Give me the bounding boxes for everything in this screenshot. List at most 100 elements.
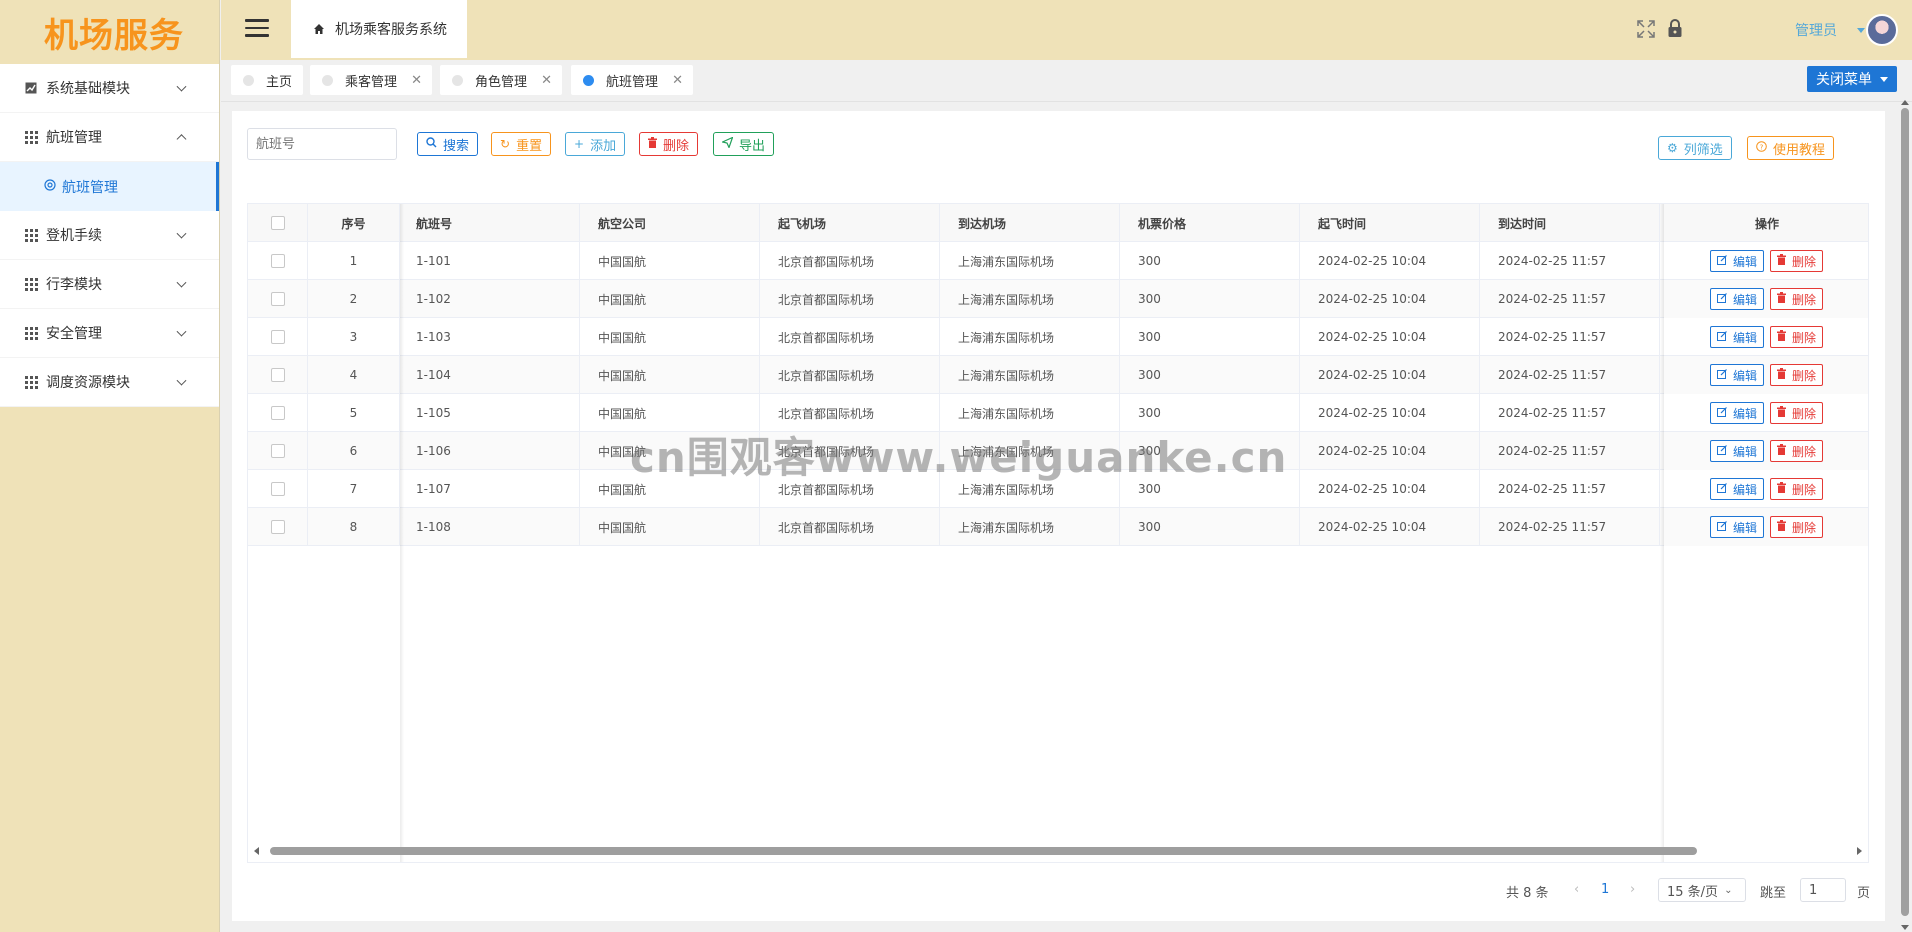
row-delete-button[interactable]: 删除: [1770, 440, 1824, 462]
row-delete-button[interactable]: 删除: [1770, 402, 1824, 424]
sidebar-item-system-base[interactable]: 系统基础模块: [0, 64, 219, 113]
sidebar-item-boarding[interactable]: 登机手续: [0, 211, 219, 260]
row-checkbox[interactable]: [270, 292, 285, 306]
edit-icon: [1716, 520, 1727, 534]
edit-button[interactable]: 编辑: [1709, 364, 1764, 386]
edit-button[interactable]: 编辑: [1709, 516, 1764, 538]
horizontal-scrollbar[interactable]: [248, 844, 1868, 858]
reset-button[interactable]: ↻ 重置: [491, 132, 552, 156]
edit-button[interactable]: 编辑: [1709, 250, 1764, 272]
edit-button[interactable]: 编辑: [1709, 478, 1764, 500]
scrollbar-thumb[interactable]: [1901, 108, 1909, 916]
breadcrumb-text: 机场乘客服务系统: [335, 22, 447, 38]
page-unit-label: 页: [1857, 886, 1871, 901]
goto-page-input[interactable]: 1: [1800, 878, 1846, 902]
row-checkbox[interactable]: [270, 254, 285, 268]
table-cell-dep: 2024-02-25 10:04: [1300, 394, 1480, 432]
table-cell-from: 北京首都国际机场: [760, 356, 940, 394]
delete-label: 删除: [1792, 482, 1817, 497]
trash-icon: [1777, 482, 1786, 496]
row-actions: 编辑 删除: [1664, 508, 1868, 546]
row-select-cell: [248, 508, 308, 546]
row-delete-button[interactable]: 删除: [1770, 478, 1824, 500]
row-delete-button[interactable]: 删除: [1770, 364, 1824, 386]
vertical-scrollbar[interactable]: [1898, 100, 1912, 932]
lock-icon[interactable]: [1667, 18, 1683, 38]
column-filter-button[interactable]: ⚙ 列筛选: [1658, 136, 1732, 160]
tab-home[interactable]: 主页: [231, 65, 303, 95]
edit-icon: [1716, 330, 1727, 344]
table-cell-no: 6: [308, 432, 400, 470]
page-number[interactable]: 1: [1601, 882, 1609, 897]
row-actions: 编辑 删除: [1664, 470, 1868, 508]
user-name[interactable]: 管理员: [1795, 20, 1837, 40]
table-cell-airline: 中国国航: [580, 356, 760, 394]
prev-page-icon[interactable]: ‹: [1574, 882, 1579, 897]
delete-button[interactable]: 删除: [639, 132, 699, 156]
table-cell-price: 300: [1120, 280, 1300, 318]
add-button[interactable]: + 添加: [565, 132, 626, 156]
scroll-right-arrow-icon[interactable]: [1857, 847, 1862, 855]
scroll-down-arrow-icon[interactable]: [1901, 925, 1909, 930]
edit-button[interactable]: 编辑: [1709, 326, 1764, 348]
select-all-checkbox[interactable]: [270, 216, 285, 230]
sidebar-item-flight-management[interactable]: 航班管理: [0, 113, 219, 162]
next-page-icon[interactable]: ›: [1630, 882, 1635, 897]
tab-status-dot: [322, 74, 333, 86]
edit-button[interactable]: 编辑: [1709, 288, 1764, 310]
table-cell-price: 300: [1120, 318, 1300, 356]
hamburger-menu-icon[interactable]: [245, 19, 269, 39]
chevron-down-icon: [176, 81, 187, 92]
scrollbar-thumb[interactable]: [270, 847, 1697, 855]
search-button[interactable]: 搜索: [417, 132, 479, 156]
page-size-select[interactable]: 15 条/页 ⌄: [1658, 878, 1746, 902]
sidebar-item-dispatch[interactable]: 调度资源模块: [0, 358, 219, 407]
avatar[interactable]: [1866, 14, 1898, 46]
table-cell-to: 上海浦东国际机场: [940, 242, 1120, 280]
row-checkbox[interactable]: [270, 330, 285, 344]
row-checkbox[interactable]: [270, 444, 285, 458]
tab-flight-management[interactable]: 航班管理 ✕: [571, 65, 693, 95]
scroll-left-arrow-icon[interactable]: [254, 847, 259, 855]
sidebar-subitem-flight-management[interactable]: 航班管理: [0, 162, 219, 211]
close-icon[interactable]: ✕: [411, 73, 422, 88]
delete-label: 删除: [1792, 368, 1817, 383]
sidebar-item-label: 登机手续: [46, 228, 102, 244]
row-checkbox[interactable]: [270, 406, 285, 420]
row-select-cell: [248, 470, 308, 508]
sidebar-subitem-label: 航班管理: [62, 179, 118, 196]
row-delete-button[interactable]: 删除: [1770, 250, 1824, 272]
fullscreen-icon[interactable]: [1637, 20, 1655, 38]
edit-label: 编辑: [1732, 292, 1757, 307]
tab-passenger-management[interactable]: 乘客管理 ✕: [310, 65, 432, 95]
edit-button[interactable]: 编辑: [1709, 440, 1764, 462]
row-checkbox[interactable]: [270, 520, 285, 534]
table-cell-dep: 2024-02-25 10:04: [1300, 470, 1480, 508]
close-menu-button[interactable]: 关闭菜单: [1807, 66, 1897, 92]
table-cell-to: 上海浦东国际机场: [940, 318, 1120, 356]
tab-status-dot: [583, 74, 594, 86]
table-row: 3 1-103 中国国航 北京首都国际机场 上海浦东国际机场 300 2024-02-25 …: [248, 318, 1868, 356]
globe-icon: [44, 178, 56, 195]
caret-down-icon[interactable]: [1857, 28, 1865, 33]
edit-button[interactable]: 编辑: [1709, 402, 1764, 424]
table-cell-no: 8: [308, 508, 400, 546]
export-button[interactable]: 导出: [713, 132, 775, 156]
close-icon[interactable]: ✕: [672, 73, 683, 88]
row-delete-button[interactable]: 删除: [1770, 326, 1824, 348]
table-cell-dep: 2024-02-25 10:04: [1300, 356, 1480, 394]
tab-role-management[interactable]: 角色管理 ✕: [440, 65, 562, 95]
flight-table: 序号 航班号 航空公司 起飞机场 到达机场 机票价格 起飞时间 到达时间 操作 …: [247, 203, 1869, 863]
table-cell-to: 上海浦东国际机场: [940, 508, 1120, 546]
row-checkbox[interactable]: [270, 482, 285, 496]
flight-number-search-input[interactable]: [247, 128, 397, 160]
row-delete-button[interactable]: 删除: [1770, 516, 1824, 538]
header-cell: 操作: [1754, 216, 1779, 231]
row-delete-button[interactable]: 删除: [1770, 288, 1824, 310]
tutorial-button[interactable]: ? 使用教程: [1747, 136, 1835, 160]
sidebar-item-security[interactable]: 安全管理: [0, 309, 219, 358]
scroll-up-arrow-icon[interactable]: [1901, 100, 1909, 105]
row-checkbox[interactable]: [270, 368, 285, 382]
sidebar-item-luggage[interactable]: 行李模块: [0, 260, 219, 309]
close-icon[interactable]: ✕: [541, 73, 552, 88]
